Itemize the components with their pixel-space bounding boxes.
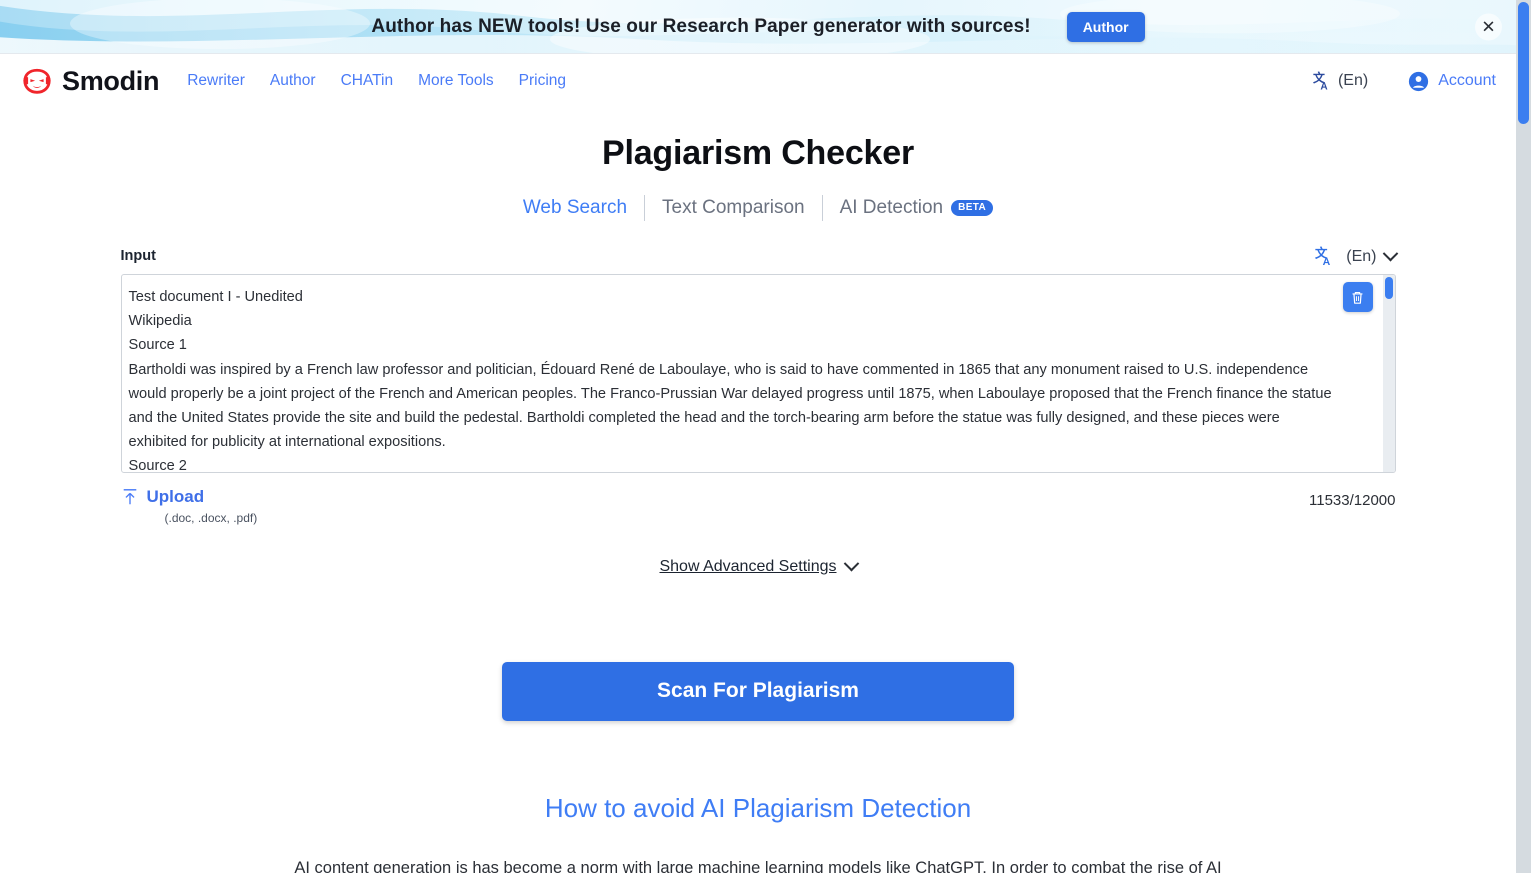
upload-icon xyxy=(123,489,136,505)
translate-icon: 文 A xyxy=(1313,71,1328,92)
top-navigation-bar: Smodin Rewriter Author CHATin More Tools… xyxy=(0,54,1516,108)
input-area: Input 文 A (En) Test document I - Unedite… xyxy=(120,245,1398,721)
promo-author-button[interactable]: Author xyxy=(1066,11,1145,42)
page-scrollbar[interactable] xyxy=(1516,0,1531,873)
upload-block[interactable]: Upload (.doc, .docx, .pdf) xyxy=(121,487,258,525)
main-content: Plagiarism Checker Web Search Text Compa… xyxy=(0,108,1516,873)
input-label: Input xyxy=(120,248,156,264)
seo-section: How to avoid AI Plagiarism Detection AI … xyxy=(0,793,1516,873)
page-scrollbar-thumb[interactable] xyxy=(1518,2,1529,124)
nav-links: Rewriter Author CHATin More Tools Pricin… xyxy=(187,72,566,90)
upload-texts: Upload (.doc, .docx, .pdf) xyxy=(147,487,258,525)
scan-for-plagiarism-button[interactable]: Scan For Plagiarism xyxy=(502,661,1014,721)
clear-text-button[interactable] xyxy=(1342,282,1373,312)
svg-text:A: A xyxy=(1320,81,1328,92)
account-link[interactable]: Account xyxy=(1408,71,1496,92)
nav-link-pricing[interactable]: Pricing xyxy=(519,72,566,90)
upload-formats-hint: (.doc, .docx, .pdf) xyxy=(164,510,258,525)
close-icon[interactable]: ✕ xyxy=(1475,13,1502,40)
header-language-label: (En) xyxy=(1337,72,1369,89)
tab-web-search[interactable]: Web Search xyxy=(506,197,644,219)
chevron-down-icon xyxy=(1382,245,1398,262)
input-language-label: (En) xyxy=(1346,247,1377,265)
brand-logo-link[interactable]: Smodin xyxy=(22,65,160,97)
account-label: Account xyxy=(1438,72,1496,89)
nav-link-more-tools[interactable]: More Tools xyxy=(418,72,494,90)
trash-icon xyxy=(1352,291,1363,304)
svg-text:A: A xyxy=(1323,256,1331,268)
nav-right-group: 文 A (En) Account xyxy=(1313,70,1496,92)
seo-body-text: AI content generation is has become a no… xyxy=(294,858,1222,873)
tab-ai-detection[interactable]: AI Detection BETA xyxy=(823,196,1011,219)
tab-text-comparison[interactable]: Text Comparison xyxy=(645,197,822,219)
page-title: Plagiarism Checker xyxy=(601,134,914,172)
mode-tabs: Web Search Text Comparison AI Detection … xyxy=(0,195,1516,221)
character-counter: 11533/12000 xyxy=(1309,492,1396,509)
input-textarea-wrapper: Test document I - Unedited Wikipedia Sou… xyxy=(120,274,1396,473)
smodin-robot-logo-icon xyxy=(23,68,51,94)
input-language-selector[interactable]: 文 A (En) xyxy=(1315,245,1398,268)
brand-name: Smodin xyxy=(62,65,160,96)
nav-link-rewriter[interactable]: Rewriter xyxy=(187,72,245,90)
nav-link-chatin[interactable]: CHATin xyxy=(341,72,394,90)
textarea-scrollbar-thumb[interactable] xyxy=(1384,277,1393,299)
promo-message: Author has NEW tools! Use our Research P… xyxy=(371,15,1031,37)
page-viewport: Author has NEW tools! Use our Research P… xyxy=(0,0,1516,873)
show-advanced-settings-toggle[interactable]: Show Advanced Settings xyxy=(121,555,1396,576)
promo-banner: Author has NEW tools! Use our Research P… xyxy=(0,0,1516,54)
plagiarism-text-input[interactable]: Test document I - Unedited Wikipedia Sou… xyxy=(122,275,1395,472)
tab-ai-detection-label: AI Detection xyxy=(839,196,944,218)
nav-link-author[interactable]: Author xyxy=(270,72,316,90)
input-footer-row: Upload (.doc, .docx, .pdf) 11533/12000 xyxy=(121,487,1396,525)
chevron-down-icon xyxy=(843,555,859,572)
translate-icon: 文 A xyxy=(1315,245,1331,268)
account-avatar-icon xyxy=(1409,71,1429,91)
seo-heading-link[interactable]: How to avoid AI Plagiarism Detection xyxy=(0,793,1516,824)
textarea-scrollbar[interactable] xyxy=(1382,275,1395,472)
input-header-row: Input 文 A (En) xyxy=(120,245,1398,270)
header-language-selector[interactable]: 文 A (En) xyxy=(1313,70,1368,92)
beta-badge: BETA xyxy=(951,199,994,216)
advanced-settings-label: Show Advanced Settings xyxy=(659,557,837,575)
upload-button-label[interactable]: Upload xyxy=(147,487,258,507)
